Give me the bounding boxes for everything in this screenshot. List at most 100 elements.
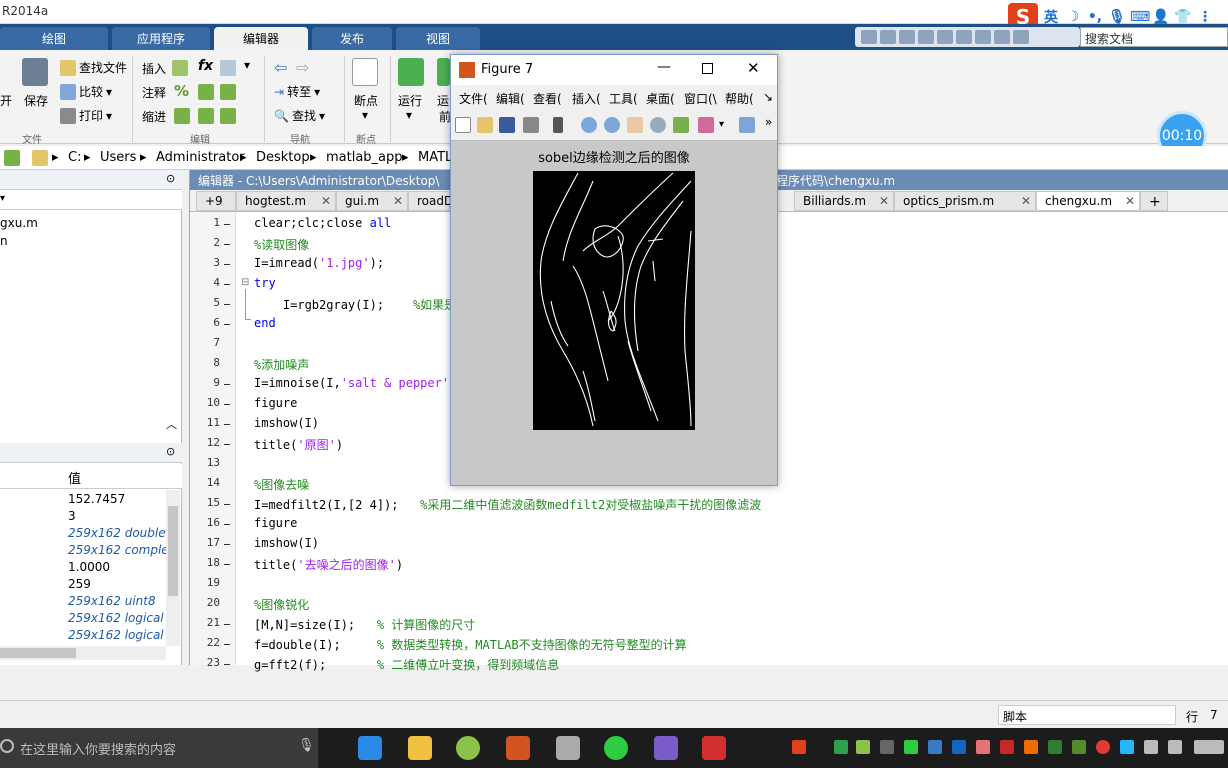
run-dropdown-icon[interactable]: ▾ — [406, 108, 412, 122]
workspace-hscrollbar[interactable] — [0, 646, 166, 660]
insert-section-icon[interactable] — [172, 60, 188, 76]
code-line[interactable]: g=fft2(f); % 二维傅立叶变换，得到频域信息 — [254, 656, 559, 673]
menu-tools[interactable]: 工具( — [609, 90, 638, 107]
decrease-indent-icon[interactable] — [220, 108, 236, 124]
close-icon[interactable]: ✕ — [321, 194, 331, 208]
insert-dropdown-icon[interactable]: ▾ — [244, 58, 250, 72]
microphone-icon[interactable]: 🎙 — [298, 738, 315, 753]
brush-dropdown-icon[interactable]: ▾ — [719, 119, 724, 130]
sogou-tray-icon[interactable] — [792, 740, 806, 754]
bluetooth-icon[interactable] — [952, 740, 966, 754]
menu-file[interactable]: 文件( — [459, 90, 488, 107]
run-advance-icon[interactable] — [437, 58, 450, 86]
comment-button[interactable]: 注释 — [142, 84, 166, 101]
breakpoint-marker[interactable] — [224, 404, 230, 405]
code-line[interactable]: I=rgb2gray(I); %如果是 — [254, 296, 456, 313]
tray-app-icon[interactable] — [834, 740, 848, 754]
wps-icon[interactable] — [702, 736, 726, 760]
tab-optics-prism[interactable]: optics_prism.m ✕ — [894, 191, 1036, 211]
tab-publish[interactable]: 发布 — [312, 27, 392, 50]
workspace-row[interactable]: 152.7457 — [0, 492, 182, 509]
search-docs-input[interactable]: 搜索文档 — [1080, 27, 1228, 47]
breakpoints-icon[interactable] — [352, 58, 378, 86]
menu-edit[interactable]: 编辑( — [496, 90, 525, 107]
breadcrumb-drive[interactable]: C: — [68, 150, 81, 165]
microphone-icon[interactable]: 🎙 — [1108, 9, 1126, 25]
scrollbar-thumb[interactable] — [168, 506, 178, 596]
zoom-in-icon[interactable] — [581, 117, 597, 133]
tray-app-icon[interactable] — [880, 740, 894, 754]
code-line[interactable]: try — [254, 276, 276, 290]
breakpoints-dropdown-icon[interactable]: ▾ — [362, 108, 368, 122]
tray-wechat-icon[interactable] — [904, 740, 918, 754]
back-arrow-icon[interactable]: ⇦ — [274, 58, 287, 77]
workspace-row[interactable]: 259 — [0, 577, 182, 594]
tray-app-icon[interactable] — [976, 740, 990, 754]
panel-menu-icon[interactable]: ⊙ — [166, 445, 175, 458]
file-explorer-icon[interactable] — [408, 736, 432, 760]
menu-window[interactable]: 窗口(\ — [684, 90, 717, 107]
insert-function-icon[interactable]: fx — [198, 58, 213, 74]
menu-insert[interactable]: 插入( — [572, 90, 601, 107]
matrix-icon[interactable] — [220, 60, 236, 76]
breakpoint-marker[interactable] — [224, 244, 230, 245]
workspace-row[interactable]: 1.0000 — [0, 560, 182, 577]
close-icon[interactable]: ✕ — [747, 59, 760, 77]
close-icon[interactable]: ✕ — [1125, 194, 1135, 208]
keyboard-icon[interactable]: ⌨ — [1130, 9, 1150, 25]
fold-toggle-icon[interactable]: ⊟ — [241, 277, 249, 288]
moon-icon[interactable]: ☽ — [1064, 9, 1082, 25]
tab-more-files[interactable]: +9 — [196, 191, 236, 211]
breakpoint-marker[interactable] — [224, 444, 230, 445]
menu-view[interactable]: 查看( — [533, 90, 562, 107]
workspace-scrollbar[interactable] — [166, 490, 180, 646]
code-line[interactable]: f=double(I); % 数据类型转换，MATLAB不支持图像的无符号整型的… — [254, 636, 687, 653]
taskbar-app-blue-icon[interactable] — [358, 736, 382, 760]
code-line[interactable]: imshow(I) — [254, 536, 319, 550]
brush-icon[interactable] — [698, 117, 714, 133]
code-line[interactable]: %图像去噪 — [254, 476, 309, 493]
file-item[interactable]: n — [0, 234, 8, 248]
switch-windows-icon[interactable] — [994, 30, 1010, 44]
hscrollbar-thumb[interactable] — [0, 648, 76, 658]
volume-icon[interactable] — [1144, 740, 1158, 754]
save-icon[interactable] — [22, 58, 48, 86]
breakpoint-marker[interactable] — [224, 504, 230, 505]
tab-hogtest[interactable]: hogtest.m ✕ — [236, 191, 336, 211]
sort-dropdown-icon[interactable]: ▾ — [0, 193, 5, 204]
code-line[interactable]: figure — [254, 396, 297, 410]
tray-app-icon[interactable] — [856, 740, 870, 754]
maximize-icon[interactable] — [702, 63, 713, 74]
tab-chengxu[interactable]: chengxu.m ✕ — [1036, 191, 1140, 211]
new-tab-button[interactable]: + — [1140, 191, 1168, 211]
indent-button[interactable]: 缩进 — [142, 108, 166, 125]
code-line[interactable]: clear;clc;close all — [254, 216, 391, 230]
workspace-row[interactable]: 259x162 uint8 — [0, 594, 182, 611]
breadcrumb-users[interactable]: Users — [100, 150, 136, 165]
print-figure-icon[interactable] — [523, 117, 539, 133]
tray-app-icon[interactable] — [1048, 740, 1062, 754]
tab-roadd[interactable]: roadD — [408, 191, 453, 211]
collapse-icon[interactable]: ︿ — [166, 416, 177, 432]
breadcrumb-matl[interactable]: MATL — [418, 150, 452, 165]
tab-editor[interactable]: 编辑器 — [214, 27, 308, 50]
breakpoint-marker[interactable] — [224, 544, 230, 545]
breakpoint-marker[interactable] — [224, 384, 230, 385]
breakpoint-marker[interactable] — [224, 424, 230, 425]
tab-apps[interactable]: 应用程序 — [112, 27, 210, 50]
breakpoint-marker[interactable] — [224, 624, 230, 625]
undo-icon[interactable] — [956, 30, 972, 44]
layout-icon[interactable] — [861, 30, 877, 44]
forward-arrow-icon[interactable]: ⇨ — [296, 58, 309, 77]
taskbar-app-purple-icon[interactable] — [654, 736, 678, 760]
breakpoint-marker[interactable] — [224, 264, 230, 265]
panel-menu-icon[interactable]: ⊙ — [166, 172, 175, 185]
shield-icon[interactable] — [928, 740, 942, 754]
wechat-icon[interactable] — [604, 736, 628, 760]
breakpoint-marker[interactable] — [224, 224, 230, 225]
breakpoints-button[interactable]: 断点 — [354, 92, 378, 109]
punctuation-icon[interactable]: •, — [1086, 9, 1104, 25]
breakpoint-marker[interactable] — [224, 644, 230, 645]
run-button[interactable]: 运行 — [398, 92, 422, 109]
menu-icon[interactable]: ⋮ — [1196, 9, 1214, 25]
